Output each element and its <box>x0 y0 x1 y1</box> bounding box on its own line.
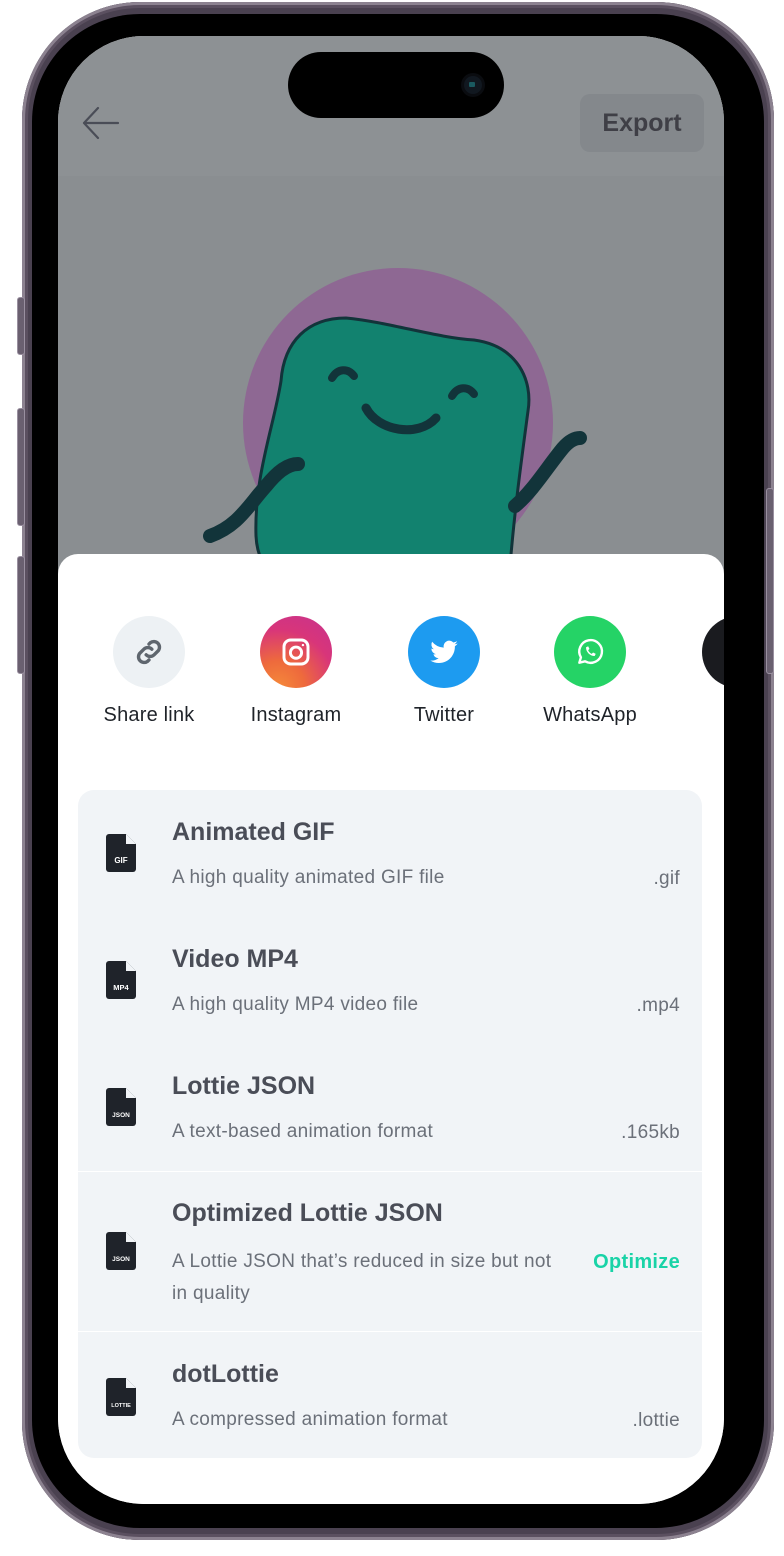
share-label: Twitter <box>413 704 475 726</box>
share-item-instagram[interactable]: Instagram <box>226 616 366 727</box>
format-description: A compressed animation format <box>172 1409 448 1430</box>
share-label: Share link <box>103 704 195 726</box>
format-title: dotLottie <box>172 1360 279 1388</box>
back-button[interactable] <box>80 102 122 144</box>
share-row: Share link Instagram Twitter WhatsApp <box>58 616 724 736</box>
format-title: Video MP4 <box>172 945 298 973</box>
file-badge: JSON <box>112 1112 130 1119</box>
share-label: Ti <box>668 704 724 727</box>
share-item-whatsapp[interactable]: WhatsApp <box>520 616 660 727</box>
lottie-file-icon: LOTTIE <box>106 1378 136 1416</box>
file-badge: MP4 <box>113 983 129 992</box>
arrow-left-icon <box>82 106 120 140</box>
screen: Export Share link Instagram Twitter What… <box>58 36 724 1504</box>
volume-down-button <box>17 556 25 674</box>
format-extension: .gif <box>653 868 680 889</box>
format-extension: .mp4 <box>636 995 680 1016</box>
file-badge: LOTTIE <box>111 1403 131 1409</box>
format-description: A Lottie JSON that’s reduced in size but… <box>172 1251 552 1304</box>
instagram-icon <box>282 638 310 666</box>
action-button <box>17 297 25 355</box>
instagram-button[interactable] <box>260 616 332 688</box>
json-file-icon: JSON <box>106 1232 136 1270</box>
dynamic-island <box>288 52 504 118</box>
format-row-dotlottie[interactable]: LOTTIE dotLottie A compressed animation … <box>78 1331 702 1458</box>
format-row-gif[interactable]: GIF Animated GIF A high quality animated… <box>78 790 702 917</box>
link-icon <box>136 639 162 665</box>
format-description: A text-based animation format <box>172 1121 434 1142</box>
animation-preview: Export <box>58 36 724 598</box>
share-label: WhatsApp <box>543 704 637 726</box>
volume-up-button <box>17 408 25 526</box>
character-illustration <box>203 268 587 598</box>
share-item-link[interactable]: Share link <box>79 616 219 727</box>
format-row-mp4[interactable]: MP4 Video MP4 A high quality MP4 video f… <box>78 917 702 1044</box>
export-sheet: Share link Instagram Twitter WhatsApp GI… <box>58 554 724 1504</box>
json-file-icon: JSON <box>106 1088 136 1126</box>
share-item-tiktok[interactable]: ♪ Ti <box>668 616 724 727</box>
format-list: GIF Animated GIF A high quality animated… <box>78 790 702 1458</box>
format-row-optimized-lottie[interactable]: JSON Optimized Lottie JSON A Lottie JSON… <box>78 1171 702 1331</box>
format-row-lottie-json[interactable]: JSON Lottie JSON A text-based animation … <box>78 1044 702 1171</box>
format-size: .165kb <box>621 1122 680 1143</box>
whatsapp-icon <box>578 638 604 664</box>
camera-icon <box>464 76 482 94</box>
format-title: Animated GIF <box>172 818 335 846</box>
optimize-button[interactable]: Optimize <box>593 1251 680 1274</box>
gif-file-icon: GIF <box>106 834 136 872</box>
power-button <box>766 488 774 674</box>
whatsapp-button[interactable] <box>554 616 626 688</box>
share-label: Instagram <box>250 704 342 726</box>
file-badge: GIF <box>114 856 127 865</box>
format-title: Lottie JSON <box>172 1072 316 1100</box>
format-title: Optimized Lottie JSON <box>172 1199 443 1227</box>
twitter-button[interactable] <box>408 616 480 688</box>
tiktok-button[interactable]: ♪ <box>702 616 724 688</box>
export-button[interactable]: Export <box>580 94 704 152</box>
format-description: A high quality MP4 video file <box>172 994 419 1015</box>
share-item-twitter[interactable]: Twitter <box>374 616 514 727</box>
format-extension: .lottie <box>632 1410 680 1431</box>
twitter-icon <box>430 640 458 664</box>
file-badge: JSON <box>112 1256 130 1263</box>
share-link-button[interactable] <box>113 616 185 688</box>
format-description: A high quality animated GIF file <box>172 867 445 888</box>
mp4-file-icon: MP4 <box>106 961 136 999</box>
